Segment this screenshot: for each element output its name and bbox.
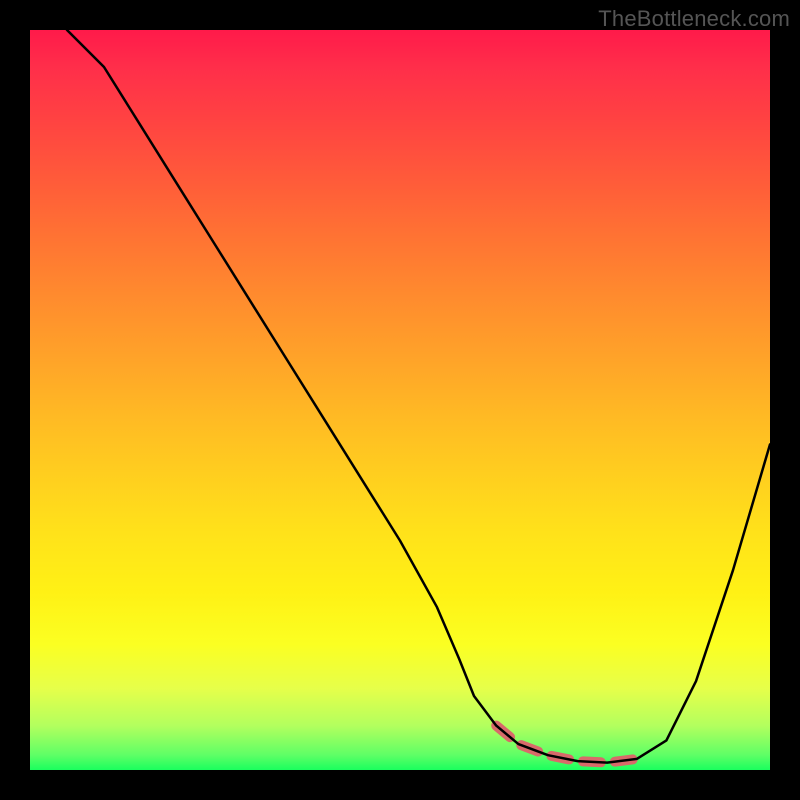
main-curve-line xyxy=(67,30,770,763)
plot-area xyxy=(30,30,770,770)
watermark-text: TheBottleneck.com xyxy=(598,6,790,32)
chart-svg xyxy=(30,30,770,770)
